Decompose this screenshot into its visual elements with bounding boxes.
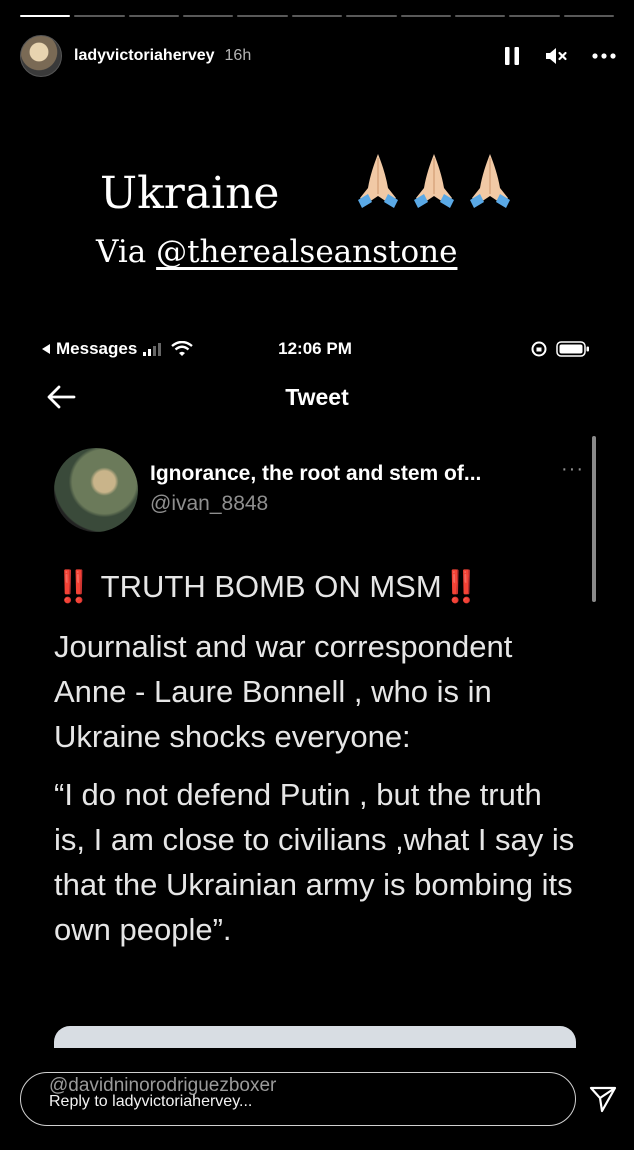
progress-segment (563, 15, 614, 17)
progress-segment (74, 15, 125, 17)
praying-hands-icon (414, 154, 454, 208)
muted-speaker-icon[interactable] (544, 46, 568, 66)
status-right (530, 340, 590, 358)
double-exclamation-icon: ‼️ (441, 569, 481, 604)
headline-text: TRUTH BOMB ON MSM (100, 569, 442, 604)
praying-hands-icon (470, 154, 510, 208)
wifi-icon (171, 341, 194, 356)
tweet-quote: “I do not defend Putin , but the truth i… (54, 777, 575, 947)
messages-label: Messages (56, 339, 138, 358)
pause-icon[interactable] (504, 46, 520, 66)
tweet-author: Ignorance, the root and stem of... @ivan… (54, 448, 584, 532)
praying-hands-emoji (352, 150, 516, 210)
tweet-navbar: Tweet (30, 380, 604, 416)
progress-segment (20, 15, 71, 17)
story-progress-bar (20, 15, 614, 17)
tweet-screenshot: Messages 12:06 PM Tweet Ignorance, the r… (30, 328, 604, 1048)
triangle-left-icon (42, 344, 50, 354)
progress-segment (291, 15, 343, 17)
story-controls (504, 46, 616, 66)
caption-title: Ukraine (100, 168, 280, 219)
progress-segment (454, 15, 506, 17)
mention-link[interactable]: @therealseanstone (156, 234, 457, 270)
avatar[interactable] (20, 35, 62, 77)
progress-segment (400, 15, 451, 17)
reply-input[interactable]: @davidninorodriguezboxer Reply to ladyvi… (20, 1072, 576, 1126)
progress-segment (509, 15, 560, 17)
scrollbar (592, 436, 596, 602)
tweet-more-icon: ··· (561, 458, 584, 480)
orientation-lock-icon (531, 341, 547, 357)
praying-hands-icon (358, 154, 398, 208)
battery-icon (556, 341, 589, 357)
ios-status-bar: Messages 12:06 PM (40, 338, 590, 360)
double-exclamation-icon: ‼️ (54, 569, 93, 604)
author-avatar (54, 448, 138, 532)
caption-via: Via @therealseanstone (96, 234, 457, 270)
progress-segment (183, 15, 234, 17)
tweet-media-preview (54, 1026, 576, 1048)
more-horizontal-icon[interactable] (592, 53, 616, 59)
story-header: ladyvictoriahervey 16h (20, 35, 616, 77)
nav-title: Tweet (285, 384, 349, 410)
username-link[interactable]: ladyvictoriahervey (74, 47, 215, 65)
send-icon[interactable] (588, 1084, 618, 1119)
progress-segment (237, 15, 288, 17)
signal-icon (143, 343, 162, 356)
post-time: 16h (224, 47, 252, 64)
author-handle: @ivan_8848 (150, 492, 269, 515)
via-prefix: Via (96, 234, 157, 270)
progress-segment (128, 15, 180, 17)
tweet-paragraph: Journalist and war correspondent Anne - … (54, 629, 513, 754)
progress-segment (346, 15, 397, 17)
author-name: Ignorance, the root and stem of... (150, 462, 482, 485)
tweet-headline: ‼️ TRUTH BOMB ON MSM‼️ (54, 564, 580, 609)
reply-placeholder: Reply to ladyvictoriahervey... (49, 1093, 253, 1110)
status-time: 12:06 PM (278, 339, 352, 358)
back-to-messages: Messages (40, 339, 194, 359)
